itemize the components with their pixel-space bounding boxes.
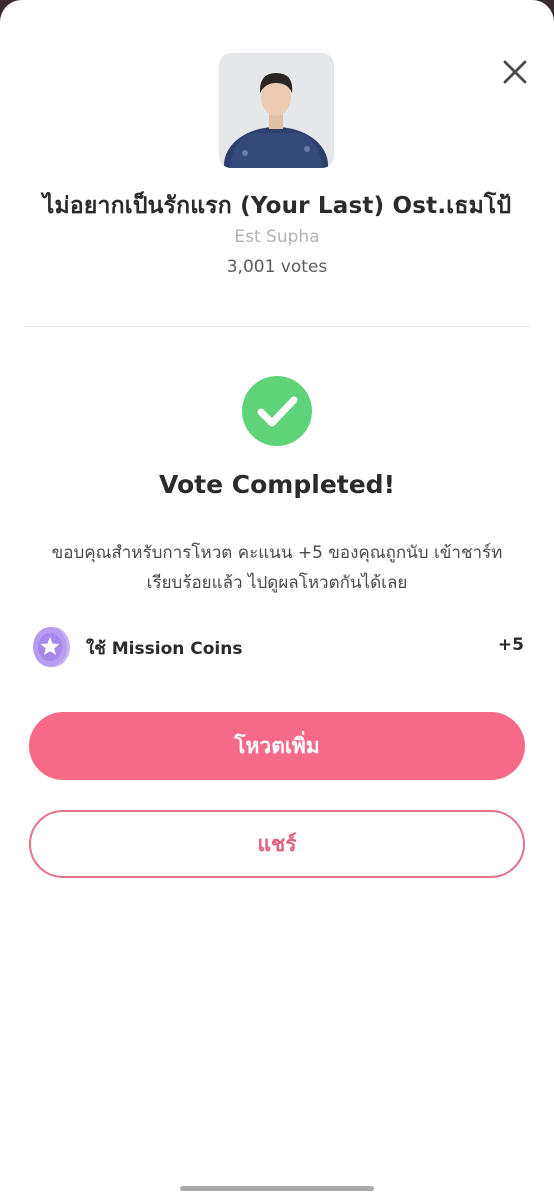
mission-coins-label: ใช้ Mission Coins <box>86 639 243 659</box>
vote-count: 3,001 votes <box>226 257 328 277</box>
share-button[interactable]: แชร์ <box>29 810 525 878</box>
vote-more-button[interactable]: โหวตเพิ่ม <box>29 712 525 780</box>
song-title: ไม่อยากเป็นรักแรก (Your Last) Ost.เธมโป้ <box>42 193 512 219</box>
vote-result-sheet: ไม่อยากเป็นรักแรก (Your Last) Ost.เธมโป้… <box>0 0 554 1200</box>
vote-completed-title: Vote Completed! <box>159 470 395 499</box>
close-icon[interactable] <box>498 55 532 89</box>
home-indicator[interactable] <box>180 1186 374 1191</box>
star-coin-icon <box>33 627 70 667</box>
mission-coins-value: +5 <box>497 635 524 655</box>
artist-name: Est Supha <box>234 227 320 247</box>
divider <box>24 326 530 327</box>
check-circle-icon <box>242 376 312 446</box>
artist-cover-image <box>219 53 334 168</box>
thank-you-message: ขอบคุณสำหรับการโหวต คะแนน +5 ของคุณถูกนั… <box>51 543 503 593</box>
